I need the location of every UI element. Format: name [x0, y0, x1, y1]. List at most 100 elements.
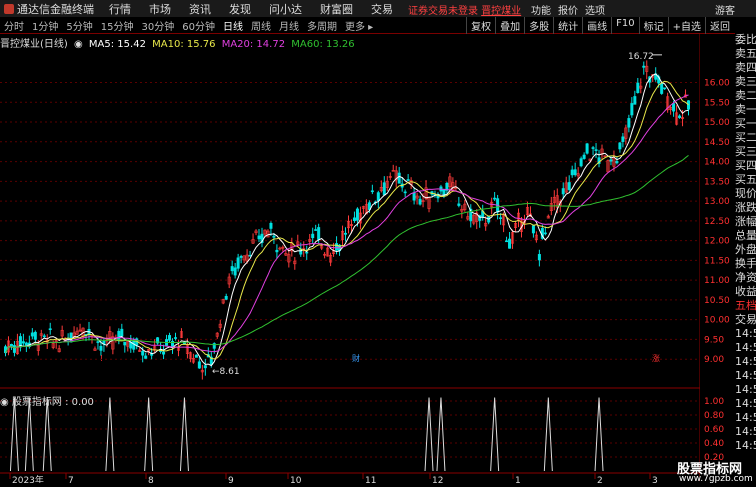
price-axis-label: 16.00 — [704, 79, 730, 89]
candle-body — [582, 154, 586, 159]
menu-options[interactable]: 选项 — [585, 2, 605, 17]
kline-chart[interactable]: 16.72←8.61! 财涨2023年 7 8 9 10 11 12 1 2 3 — [0, 33, 700, 483]
indicator-label[interactable]: ◉ 股票指标网 : 0.00 — [0, 393, 94, 408]
indicator-title: 股票指标网 : 0.00 — [11, 397, 94, 408]
menu-trade[interactable]: 交易 — [362, 1, 402, 17]
period-tab-more[interactable]: 更多 ▸ — [341, 18, 377, 33]
menu-market[interactable]: 市场 — [140, 1, 180, 17]
period-tab[interactable]: 15分钟 — [97, 18, 138, 33]
candle-body — [573, 169, 577, 176]
stock-title: 晋控煤业(日线) — [0, 39, 68, 50]
period-tab[interactable]: 60分钟 — [178, 18, 219, 33]
indicator-axis-label: 0.40 — [704, 439, 724, 449]
time-axis-label: 12 — [432, 476, 443, 483]
quote-side-panel: 委比 卖五 卖四 卖三 卖二 卖一 买一 买二 买三 买四 买五 现价 涨跌 涨幅 总量 外盘 换手 净资 收益 五档… — [735, 33, 756, 481]
time-axis-label: 1 — [515, 476, 521, 483]
ma20-label: MA20: 14.72 — [221, 39, 286, 50]
candle-body — [633, 96, 637, 105]
time-axis-label: 3 — [652, 476, 658, 483]
toolbar-button[interactable]: 统计 — [553, 17, 582, 34]
indicator-axis-label: 0.60 — [704, 425, 724, 435]
time-axis-label: 9 — [228, 476, 234, 483]
candle-body — [585, 143, 589, 154]
candle-body — [505, 240, 509, 243]
menu-wealth[interactable]: 财富圈 — [311, 1, 362, 17]
price-axis-label: 10.00 — [704, 316, 730, 326]
indicator-icon: ◉ — [0, 397, 9, 408]
candle-body — [370, 190, 374, 193]
side-panel-field: 买二 — [735, 131, 756, 144]
side-panel-field: 总量 — [735, 229, 756, 242]
menu-discover[interactable]: 发现 — [220, 1, 260, 17]
toolbar-button[interactable]: +自选 — [667, 17, 705, 34]
candle-body — [9, 343, 13, 347]
period-tab-daily[interactable]: 日线 — [219, 18, 247, 33]
candle-body — [120, 328, 124, 337]
period-tab[interactable]: 5分钟 — [62, 18, 96, 33]
price-axis-label: 10.50 — [704, 296, 730, 306]
side-panel-field: 14:5 — [735, 383, 756, 396]
indicator-spike — [24, 397, 34, 472]
toolbar-button[interactable]: 返回 — [705, 17, 734, 34]
indicator-spike — [9, 397, 19, 472]
side-panel-field: 买一 — [735, 117, 756, 130]
side-panel-field: 卖二 — [735, 89, 756, 102]
candle-body — [42, 335, 46, 338]
candle-body — [660, 83, 664, 94]
menu-ask[interactable]: 问小达 — [260, 1, 311, 17]
high-price-label: 16.72 — [628, 52, 654, 62]
period-tab[interactable]: 1分钟 — [28, 18, 62, 33]
candle-body — [272, 235, 276, 238]
menu-news[interactable]: 资讯 — [180, 1, 220, 17]
app-logo-icon — [4, 3, 14, 14]
period-tab[interactable]: 多周期 — [303, 18, 341, 33]
candle-body — [493, 197, 497, 200]
period-tab[interactable]: 30分钟 — [137, 18, 178, 33]
menu-quotes[interactable]: 行情 — [100, 1, 140, 17]
candle-body — [314, 229, 318, 231]
candle-body — [508, 238, 512, 249]
menu-report[interactable]: 报价 — [558, 2, 578, 17]
candle-body — [609, 159, 613, 162]
candle-body — [418, 198, 422, 205]
toolbar-button[interactable]: 多股 — [524, 17, 553, 34]
price-axis-label: 14.50 — [704, 138, 730, 148]
toolbar-button[interactable]: 标记 — [638, 17, 668, 34]
low-price-label: ←8.61 — [212, 367, 240, 377]
candle-body — [618, 142, 622, 150]
toolbar-button[interactable]: F10 — [611, 17, 638, 34]
login-notice[interactable]: 证券交易未登录 晋控煤业 — [408, 2, 521, 17]
candle-body — [230, 266, 234, 272]
candle-body — [403, 191, 407, 194]
candle-body — [203, 365, 207, 369]
watermark-url: www.7gpzb.com — [679, 474, 753, 484]
price-axis-label: 12.50 — [704, 217, 730, 227]
period-tab[interactable]: 周线 — [247, 18, 275, 33]
indicator-spike — [144, 397, 154, 472]
stock-link[interactable]: 晋控煤业 — [481, 6, 521, 17]
candle-body — [21, 341, 25, 344]
candle-body — [96, 341, 100, 343]
candle-body — [591, 147, 595, 149]
settings-icon[interactable]: ◉ — [74, 39, 83, 50]
menu-function[interactable]: 功能 — [531, 2, 551, 17]
period-tab[interactable]: 月线 — [275, 18, 303, 33]
candle-body — [12, 345, 16, 353]
time-axis-label: 11 — [365, 476, 376, 483]
period-tab[interactable]: 分时 — [0, 18, 28, 33]
user-guest[interactable]: 游客 — [715, 2, 735, 17]
price-axis-label: 14.00 — [704, 158, 730, 168]
toolbar-button[interactable]: 画线 — [582, 17, 611, 34]
toolbar-button[interactable]: 复权 — [466, 17, 495, 34]
candle-body — [457, 203, 461, 206]
candle-body — [570, 169, 574, 176]
chart-toolbar: 复权 叠加 多股 统计 画线 F10 标记 +自选 返回 — [466, 17, 734, 34]
candle-body — [144, 355, 148, 359]
event-marker: 财 — [352, 353, 360, 363]
candle-body — [412, 192, 416, 201]
candle-body — [269, 222, 273, 229]
toolbar-button[interactable]: 叠加 — [495, 17, 524, 34]
ma10-label: MA10: 15.76 — [152, 39, 216, 50]
indicator-axis-label: 0.80 — [704, 411, 724, 421]
side-panel-field: 委比 — [735, 33, 756, 46]
